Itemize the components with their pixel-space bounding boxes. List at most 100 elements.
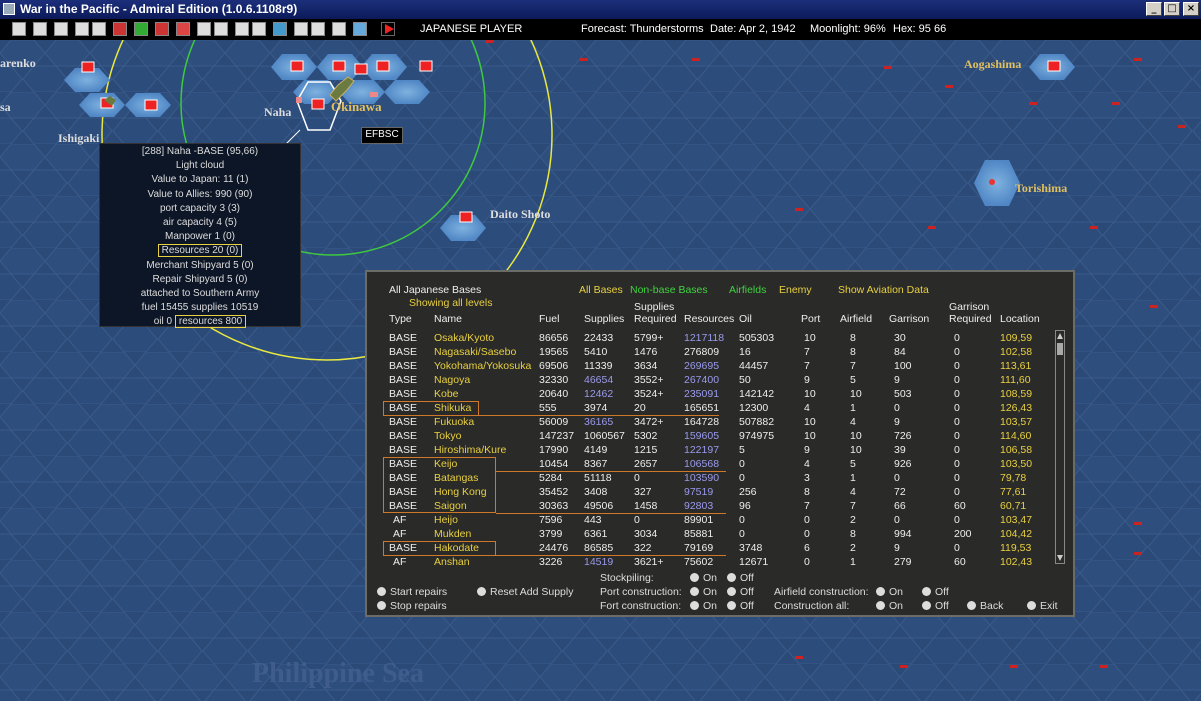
cell-resources: 267400 (684, 374, 720, 386)
construction-all-off[interactable]: Off (922, 600, 949, 612)
reports-icon[interactable] (33, 22, 47, 36)
options-icon[interactable] (332, 22, 346, 36)
header-garrison-required[interactable]: Required (949, 313, 992, 325)
cell-name[interactable]: Nagasaki/Sasebo (434, 346, 516, 358)
table-row[interactable]: BASE Osaka/Kyoto 86656 22433 5799+ 1217118 505… (367, 332, 1032, 346)
reset-add-supply-button[interactable]: Reset Add Supply (477, 586, 573, 598)
cell-name[interactable]: Kobe (434, 388, 459, 400)
ships-icon[interactable] (54, 22, 68, 36)
table-scrollbar[interactable] (1055, 330, 1065, 564)
stockpiling-on[interactable]: On (690, 572, 717, 584)
fleet-icon[interactable] (252, 22, 266, 36)
port-construction-off[interactable]: Off (727, 586, 754, 598)
header-supplies[interactable]: Supplies (584, 313, 624, 325)
back-button[interactable]: Back (967, 600, 1003, 612)
ground-units-icon[interactable] (134, 22, 148, 36)
cell-name[interactable]: Tokyo (434, 430, 461, 442)
cell-name[interactable]: Anshan (434, 556, 470, 568)
table-row[interactable]: BASE Kobe 20640 12462 3524+ 235091 142142 10 10 5… (367, 388, 1032, 402)
filter-airfields[interactable]: Airfields (729, 284, 766, 296)
info-icon[interactable] (92, 22, 106, 36)
scroll-thumb[interactable] (1057, 343, 1063, 355)
air-units-icon[interactable] (155, 22, 169, 36)
header-airfield[interactable]: Airfield (840, 313, 872, 325)
settings-icon[interactable] (311, 22, 325, 36)
globe-icon[interactable] (273, 22, 287, 36)
fort-construction-label: Fort construction: (600, 600, 682, 612)
header-supplies-required[interactable]: Required (634, 313, 677, 325)
cell-name[interactable]: Heijo (434, 514, 458, 526)
cell-name[interactable]: Hiroshima/Kure (434, 444, 506, 456)
cell-name[interactable]: Osaka/Kyoto (434, 332, 494, 344)
airfield-icon[interactable] (214, 22, 228, 36)
scroll-up-icon[interactable] (1056, 332, 1064, 340)
filter-all-bases[interactable]: All Bases (579, 284, 623, 296)
filter-enemy[interactable]: Enemy (779, 284, 812, 296)
cell-name[interactable]: Mukden (434, 528, 471, 540)
header-fuel[interactable]: Fuel (539, 313, 559, 325)
maximize-button[interactable]: □ (1164, 2, 1180, 16)
cell-fuel: 17990 (539, 444, 569, 456)
cell-loc: 102,58 (1000, 346, 1033, 358)
network-icon[interactable] (294, 22, 308, 36)
end-turn-icon[interactable] (381, 22, 395, 36)
close-button[interactable]: × (1183, 2, 1199, 16)
minimize-button[interactable]: _ (1146, 2, 1162, 16)
cell-fuel: 10454 (539, 458, 569, 470)
airfield-construction-on[interactable]: On (876, 586, 903, 598)
filter-aviation-data[interactable]: Show Aviation Data (838, 284, 929, 296)
scroll-down-icon[interactable] (1056, 554, 1064, 562)
table-row[interactable]: BASE Yokohama/Yokosuka 69506 11339 3634 26969… (367, 360, 1031, 374)
overview-map-icon[interactable] (12, 22, 26, 36)
filter-non-base[interactable]: Non-base Bases (630, 284, 708, 296)
cell-greq: 0 (954, 360, 960, 372)
fort-construction-off[interactable]: Off (727, 600, 754, 612)
construction-all-on[interactable]: On (876, 600, 903, 612)
header-name[interactable]: Name (434, 313, 462, 325)
exit-button[interactable]: Exit (1027, 600, 1058, 612)
table-row[interactable]: AF Anshan 3226 14519 3621+ 75602 12671 0 1 279 60 1… (367, 556, 1032, 570)
header-type[interactable]: Type (389, 313, 412, 325)
fort-construction-on[interactable]: On (690, 600, 717, 612)
table-row[interactable]: BASE Nagasaki/Sasebo 19565 5410 1476 276809 16… (367, 346, 1032, 360)
info-line: Repair Shipyard 5 (0) (152, 273, 248, 285)
port-construction-on[interactable]: On (690, 586, 717, 598)
airfield-construction-off[interactable]: Off (922, 586, 949, 598)
map-label-arenko: arenko (0, 56, 36, 70)
stockpiling-off[interactable]: Off (727, 572, 754, 584)
japan-flag-icon[interactable] (113, 22, 127, 36)
header-port[interactable]: Port (801, 313, 820, 325)
table-row[interactable]: BASE Nagoya 32330 46654 3552+ 267400 50 9 5 9 0 111… (367, 374, 1031, 388)
cell-oil: 505303 (739, 332, 775, 344)
header-supplies-required-top: Supplies (634, 301, 675, 313)
header-resources[interactable]: Resources (684, 313, 734, 325)
table-row[interactable]: AF Mukden 3799 6361 3034 85881 0 0 8 994 200 104,42 (367, 528, 1032, 542)
table-row[interactable]: BASE Hiroshima/Kure 17990 4149 1215 122197 5 9 1… (367, 444, 1032, 458)
cell-airfield: 10 (850, 388, 862, 400)
cell-oil: 3748 (739, 542, 763, 554)
cell-name[interactable]: Yokohama/Yokosuka (434, 360, 531, 372)
header-garrison[interactable]: Garrison (889, 313, 929, 325)
highlight-group (383, 457, 496, 513)
header-oil[interactable]: Oil (739, 313, 752, 325)
cell-resources: 159605 (684, 430, 720, 442)
flag-icon[interactable] (176, 22, 190, 36)
table-row[interactable]: BASE Fukuoka 56009 36165 3472+ 164728 507882 10… (367, 416, 1032, 430)
app-icon (3, 3, 15, 15)
cell-name[interactable]: Fukuoka (434, 416, 474, 428)
cell-name[interactable]: Nagoya (434, 374, 470, 386)
stop-repairs-button[interactable]: Stop repairs (377, 600, 447, 612)
bases-icon[interactable] (75, 22, 89, 36)
table-row[interactable]: AF Heijo 7596 443 0 89901 0 0 2 0 0 103,47 (367, 514, 1032, 528)
cell-oil: 507882 (739, 416, 775, 428)
cell-req: 1476 (634, 346, 658, 358)
table-row[interactable]: BASE Tokyo 147237 1060567 5302 159605 974975 10… (367, 430, 1031, 444)
ship-icon[interactable] (235, 22, 249, 36)
weather-icon[interactable] (353, 22, 367, 36)
start-repairs-button[interactable]: Start repairs (377, 586, 447, 598)
task-force-tag[interactable]: EFBSC (361, 127, 403, 144)
header-location[interactable]: Location (1000, 313, 1040, 325)
cell-supplies: 12462 (584, 388, 614, 400)
arrow-icon (377, 601, 386, 610)
aircraft-icon[interactable] (197, 22, 211, 36)
